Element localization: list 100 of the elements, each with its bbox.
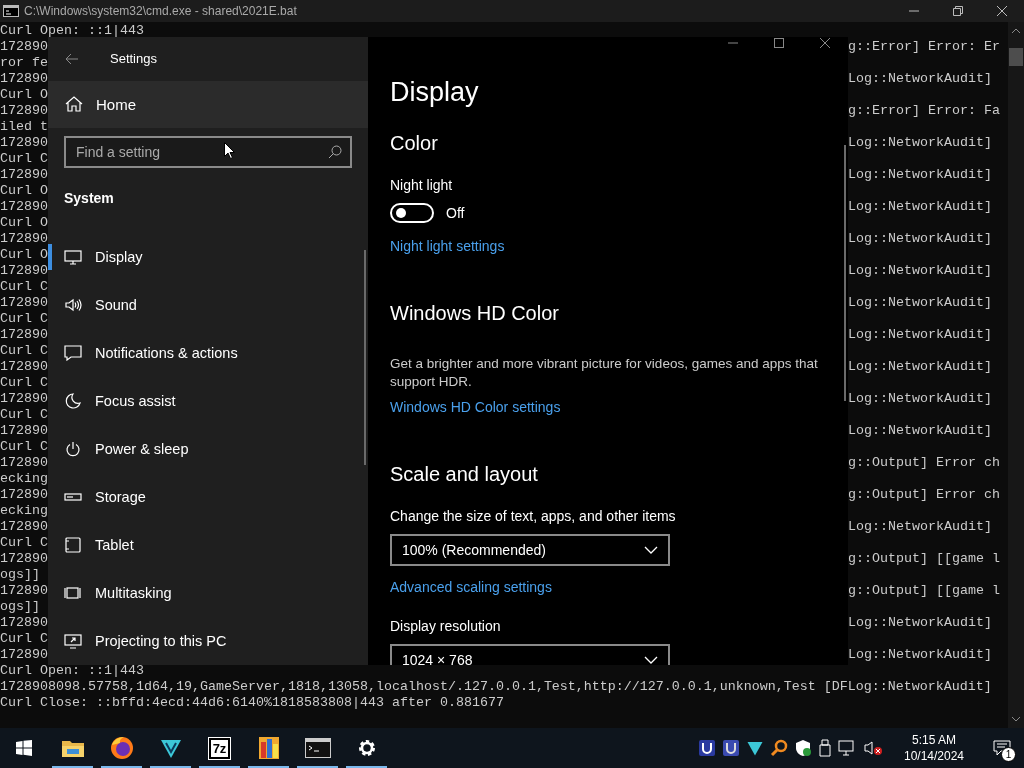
console-line: 172890	[0, 519, 48, 535]
nav-item[interactable]: Notifications & actions	[48, 329, 368, 377]
home-nav-item[interactable]: Home	[48, 80, 368, 129]
console-line: 172890	[0, 71, 48, 87]
security-shield-icon[interactable]	[794, 739, 812, 757]
clock[interactable]: 5:15 AM 10/14/2024	[900, 732, 968, 764]
windows-logo-icon[interactable]	[16, 740, 32, 756]
maximize-icon[interactable]	[774, 38, 784, 48]
app-title: Settings	[110, 51, 157, 67]
moon-icon	[64, 393, 82, 409]
muted-speaker-icon[interactable]	[864, 739, 884, 757]
console-line: Log::NetworkAudit]	[848, 231, 992, 247]
console-line: Curl C	[0, 311, 48, 327]
search-field[interactable]: Find a setting	[64, 136, 352, 169]
link[interactable]: Windows HD Color settings	[390, 397, 561, 417]
console-line: Log::NetworkAudit]	[848, 327, 992, 343]
folder-icon	[60, 738, 85, 758]
monitor-icon	[64, 249, 82, 265]
console-line: Curl O	[0, 183, 48, 199]
console-line: Log::NetworkAudit]	[848, 519, 992, 535]
console-line: Log::NetworkAudit]	[848, 423, 992, 439]
console-line: Log::NetworkAudit]	[848, 71, 992, 87]
console-line: Curl C	[0, 439, 48, 455]
console-line: g::Error] Error: Er	[848, 39, 1000, 55]
nav-item[interactable]: Display	[48, 233, 368, 281]
notification-icon[interactable]	[993, 740, 1011, 756]
console-line: 172890	[0, 199, 48, 215]
console-line: ogs]]	[0, 599, 41, 615]
console-line: 172890	[0, 615, 48, 631]
console-line: Curl Open: ::1|443	[0, 663, 144, 679]
nav-item[interactable]: Tablet	[48, 521, 368, 569]
console-line: Log::NetworkAudit]	[848, 263, 992, 279]
u-shield-icon[interactable]	[722, 739, 740, 757]
console-line: 172890	[0, 487, 48, 503]
console-line: g::Output] Error ch	[848, 487, 1000, 503]
taskbar-app[interactable]: 7z	[195, 728, 244, 768]
console-line: iled t	[0, 119, 48, 135]
section-heading: Scale and layout	[390, 462, 539, 487]
scrollbar[interactable]	[364, 250, 366, 465]
console-line: g::Output] [[game l	[848, 551, 1000, 567]
console-line: Curl C	[0, 407, 48, 423]
caret-icon	[644, 546, 658, 554]
magnifier-icon[interactable]	[770, 739, 788, 757]
speech-bubble-icon	[64, 345, 82, 361]
console-line: g::Error] Error: Fa	[848, 103, 1000, 119]
console-line: Log::NetworkAudit]	[848, 359, 992, 375]
nav-item[interactable]: Storage	[48, 473, 368, 521]
setting-label: Change the size of text, apps, and other items	[390, 507, 677, 526]
section-title: System	[64, 190, 114, 207]
usb-drive-icon[interactable]	[818, 739, 832, 757]
close-icon[interactable]	[996, 5, 1008, 17]
console-line: Log::NetworkAudit]	[848, 167, 992, 183]
archive-app-icon: 7z	[208, 737, 231, 759]
setting-label: Night light	[390, 176, 454, 195]
nav-item[interactable]: Focus assist	[48, 377, 368, 425]
projecting-screen-icon	[64, 633, 82, 649]
console-line: ecking	[0, 503, 48, 519]
nav-item[interactable]: Multitasking	[48, 569, 368, 617]
console-line: 172890	[0, 647, 48, 663]
console-line: Curl C	[0, 151, 48, 167]
windows-icon	[64, 585, 82, 601]
console-line: 172890	[0, 263, 48, 279]
shield-icon[interactable]	[746, 739, 764, 757]
u-shield-icon[interactable]	[698, 739, 716, 757]
dropdown[interactable]: 100% (Recommended)	[390, 534, 670, 566]
close-icon[interactable]	[819, 37, 831, 49]
console-line: 172890	[0, 583, 48, 599]
terminal-icon	[3, 5, 19, 17]
console-line: Curl C	[0, 535, 48, 551]
scroll-thumb[interactable]	[1009, 48, 1023, 66]
tablet-icon	[64, 537, 82, 553]
console-line: Log::NetworkAudit]	[848, 135, 992, 151]
link[interactable]: Advanced scaling settings	[390, 577, 552, 597]
scrollbar[interactable]	[844, 145, 846, 401]
nav-item[interactable]: Power & sleep	[48, 425, 368, 473]
console-line: Log::NetworkAudit]	[848, 647, 992, 663]
console-line: Log::NetworkAudit]	[848, 391, 992, 407]
console-line: 172890	[0, 391, 48, 407]
restore-icon[interactable]	[953, 6, 963, 16]
console-line: Curl C	[0, 631, 48, 647]
console-line: g::Output] [[game l	[848, 583, 1000, 599]
console-line: 172890	[0, 327, 48, 343]
dropdown[interactable]: 1024 × 768	[390, 644, 670, 665]
console-line: Curl O	[0, 215, 48, 231]
console-line: Curl O	[0, 247, 48, 263]
speaker-icon	[64, 297, 82, 313]
console-line: Curl O	[0, 87, 48, 103]
console-line: Curl Open: ::1|443	[0, 23, 144, 39]
console-line: Log::NetworkAudit]	[848, 199, 992, 215]
link[interactable]: Night light settings	[390, 236, 505, 256]
nav-item[interactable]: Projecting to this PC	[48, 617, 368, 665]
console-line: ecking	[0, 471, 48, 487]
console-line: 172890	[0, 231, 48, 247]
toggle-switch[interactable]	[390, 203, 434, 223]
console-line: Log::NetworkAudit]	[848, 295, 992, 311]
browser-globe-icon	[109, 736, 134, 760]
scrollbar[interactable]	[1008, 22, 1024, 728]
console-line: 1728908098.57758,1d64,19,GameServer,1818,13058,localhost/.127.0.0.1,Test,http://127.0.0.1,unknown,Test [DFLog::NetworkAudit]	[0, 679, 992, 695]
console-line: 172890	[0, 135, 48, 151]
nav-item[interactable]: Sound	[48, 281, 368, 329]
